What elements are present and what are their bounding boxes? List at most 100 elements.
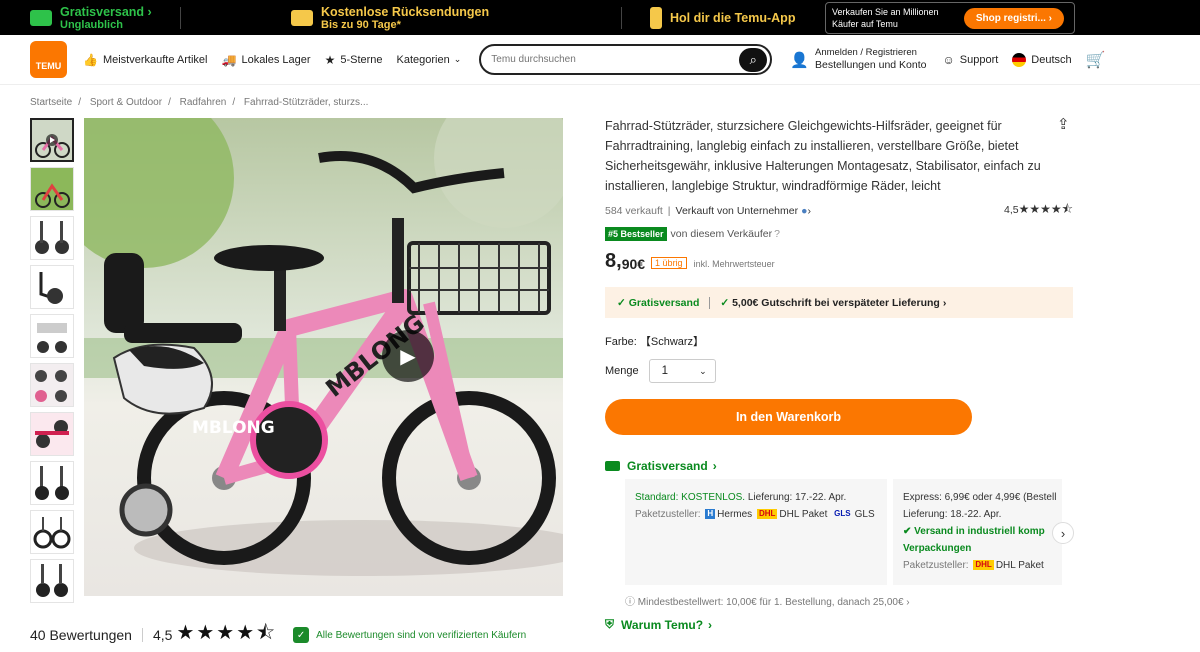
seller-link[interactable]: Verkauft von Unternehmer	[676, 205, 799, 217]
shipbar-free: Gratisversand	[628, 296, 700, 309]
carrier-gls: GLS	[854, 509, 875, 520]
seller-promo[interactable]: Verkaufen Sie an Millionen Käufer auf Te…	[825, 1, 1075, 34]
account-line1: Anmelden / Registrieren	[814, 47, 917, 58]
quantity-select[interactable]: 1 ⌄	[648, 359, 716, 383]
qty-label: Menge	[605, 365, 639, 377]
support-link[interactable]: ☺ Support	[943, 53, 999, 67]
thumbnail-image[interactable]	[30, 314, 74, 358]
language-selector[interactable]: Deutsch	[1012, 52, 1072, 67]
top-promo-bar: Gratisversand › Unglaublich Kostenlose R…	[0, 0, 1200, 35]
shop-register-label: Shop registri...	[975, 12, 1046, 24]
user-icon: 👤	[790, 51, 809, 69]
check-icon: ✓	[720, 296, 730, 309]
search-bar: ⌕	[479, 44, 773, 75]
thumbnail-image[interactable]	[30, 216, 74, 260]
free-shipping-title: Gratisversand	[60, 4, 145, 19]
nav-categories[interactable]: Kategorien ⌄	[397, 54, 462, 66]
thumbnail-list	[30, 118, 74, 608]
thumbnail-image[interactable]	[30, 412, 74, 456]
product-meta: 584 verkauft | Verkauft von Unternehmer …	[605, 200, 1073, 221]
express-delivery: Lieferung: 18.-22. Apr.	[903, 509, 1002, 520]
thumbnail-image[interactable]	[30, 510, 74, 554]
search-input[interactable]	[491, 54, 740, 65]
carrier-dhl: DHL Paket	[779, 509, 828, 520]
cart-button[interactable]: 🛒	[1086, 50, 1106, 70]
shop-register-button[interactable]: Shop registri... ›	[963, 7, 1064, 29]
divider	[141, 628, 143, 642]
review-count[interactable]: 40 Bewertungen	[30, 627, 132, 643]
info-icon[interactable]: ?	[774, 228, 780, 240]
price-cents: 90€	[621, 256, 646, 272]
divider: |	[667, 204, 671, 217]
returns-sub: Bis zu 90 Tage*	[321, 18, 401, 31]
shipping-heading[interactable]: Gratisversand ›	[605, 459, 717, 473]
nav-label: Meistverkaufte Artikel	[102, 53, 208, 66]
price-row: 8, 90€ 1 übrig inkl. Mehrwertsteuer	[605, 250, 1073, 273]
breadcrumb-item[interactable]: Fahrrad-Stützräder, sturzs...	[244, 97, 369, 108]
promo-text-1: Verkaufen Sie an Millionen	[832, 6, 939, 17]
breadcrumb-item[interactable]: Startseite	[30, 97, 72, 108]
chevron-right-icon: ›	[712, 459, 717, 473]
thumbnail-image[interactable]	[30, 363, 74, 407]
breadcrumb-item[interactable]: Radfahren	[180, 97, 227, 108]
chevron-right-icon: ›	[942, 296, 947, 309]
product-rating[interactable]: 4,5★★★★⯪	[1004, 200, 1073, 221]
stock-badge: 1 übrig	[651, 257, 687, 269]
breadcrumb-item[interactable]: Sport & Outdoor	[90, 97, 162, 108]
nav-bestsellers[interactable]: 👍 Meistverkaufte Artikel	[83, 53, 208, 67]
min-order-note[interactable]: ⓘ Mindestbestellwert: 10,00€ für 1. Best…	[625, 593, 910, 608]
promo-text-2: Käufer auf Temu	[832, 18, 898, 29]
support-icon: ☺	[942, 52, 955, 67]
account-menu[interactable]: 👤 Anmelden / Registrieren Bestellungen u…	[790, 47, 926, 72]
review-rating: 4,5	[152, 627, 173, 643]
nav-five-stars[interactable]: ★ 5-Sterne	[325, 53, 383, 67]
free-returns-promo[interactable]: Kostenlose Rücksendungen Bis zu 90 Tage*	[291, 0, 621, 35]
express-carrier: DHL Paket	[995, 560, 1044, 571]
add-to-cart-button[interactable]: In den Warenkorb	[605, 399, 972, 435]
support-label: Support	[959, 53, 999, 66]
temu-logo[interactable]: TEMU	[30, 41, 67, 78]
returns-title: Kostenlose Rücksendungen	[321, 4, 490, 19]
thumbnail-image[interactable]	[30, 167, 74, 211]
cart-icon: 🛒	[1085, 51, 1106, 69]
express-industrial: Versand in industriell komp	[914, 526, 1045, 537]
german-flag-icon	[1012, 52, 1027, 67]
thumbnail-image[interactable]	[30, 265, 74, 309]
divider	[180, 6, 181, 29]
app-download-promo[interactable]: Hol dir die Temu-App	[650, 0, 795, 35]
breadcrumb-sep: /	[232, 97, 236, 108]
color-row: Farbe: 【Schwarz】	[605, 333, 1073, 349]
phone-icon	[650, 6, 662, 29]
breadcrumb: Startseite / Sport & Outdoor / Radfahren / …	[30, 97, 368, 108]
chevron-right-icon: ›	[906, 597, 910, 608]
carriers-label: Paketzusteller:	[903, 560, 969, 571]
search-button[interactable]: ⌕	[739, 47, 768, 72]
app-label: Hol dir die Temu-App	[670, 10, 796, 25]
truck-icon	[605, 461, 620, 471]
thumbnail-video[interactable]	[30, 118, 74, 162]
thumbnail-image[interactable]	[30, 559, 74, 603]
min-order-text: Mindestbestellwert: 10,00€ für 1. Bestel…	[637, 597, 904, 608]
why-temu-heading[interactable]: ⛨ Warum Temu? ›	[605, 617, 712, 632]
site-header: TEMU 👍 Meistverkaufte Artikel 🚚 Lokales La…	[0, 35, 1200, 85]
chevron-down-icon: ⌄	[453, 54, 462, 64]
leaf-icon: ✔	[903, 526, 912, 537]
chevron-right-icon: ›	[1060, 525, 1066, 541]
product-title: Fahrrad-Stützräder, sturzsichere Gleichg…	[605, 119, 1041, 193]
main-product-image[interactable]: MBLONG MBLONG ▶	[84, 118, 563, 596]
free-shipping-promo[interactable]: Gratisversand › Unglaublich	[30, 0, 180, 35]
dhl-logo-icon: DHL	[756, 509, 778, 520]
play-video-button[interactable]: ▶	[382, 330, 434, 382]
check-icon: ✓	[617, 296, 626, 309]
logo-text: TEMU	[35, 61, 62, 71]
play-icon: ▶	[400, 345, 416, 368]
nav-label: 5-Sterne	[340, 53, 383, 66]
thumbs-up-icon: 👍	[83, 52, 98, 67]
express-shipping-card: Express: 6,99€ oder 4,99€ (Bestell Liefe…	[893, 479, 1062, 585]
shipping-banner[interactable]: ✓ Gratisversand ✓ 5,00€ Gutschrift bei v…	[605, 287, 1073, 318]
account-line2: Bestellungen und Konto	[814, 59, 927, 71]
nav-local-warehouse[interactable]: 🚚 Lokales Lager	[222, 53, 311, 67]
shipping-next-button[interactable]: ›	[1052, 522, 1074, 544]
shipping-heading-label: Gratisversand	[627, 459, 708, 473]
thumbnail-image[interactable]	[30, 461, 74, 505]
